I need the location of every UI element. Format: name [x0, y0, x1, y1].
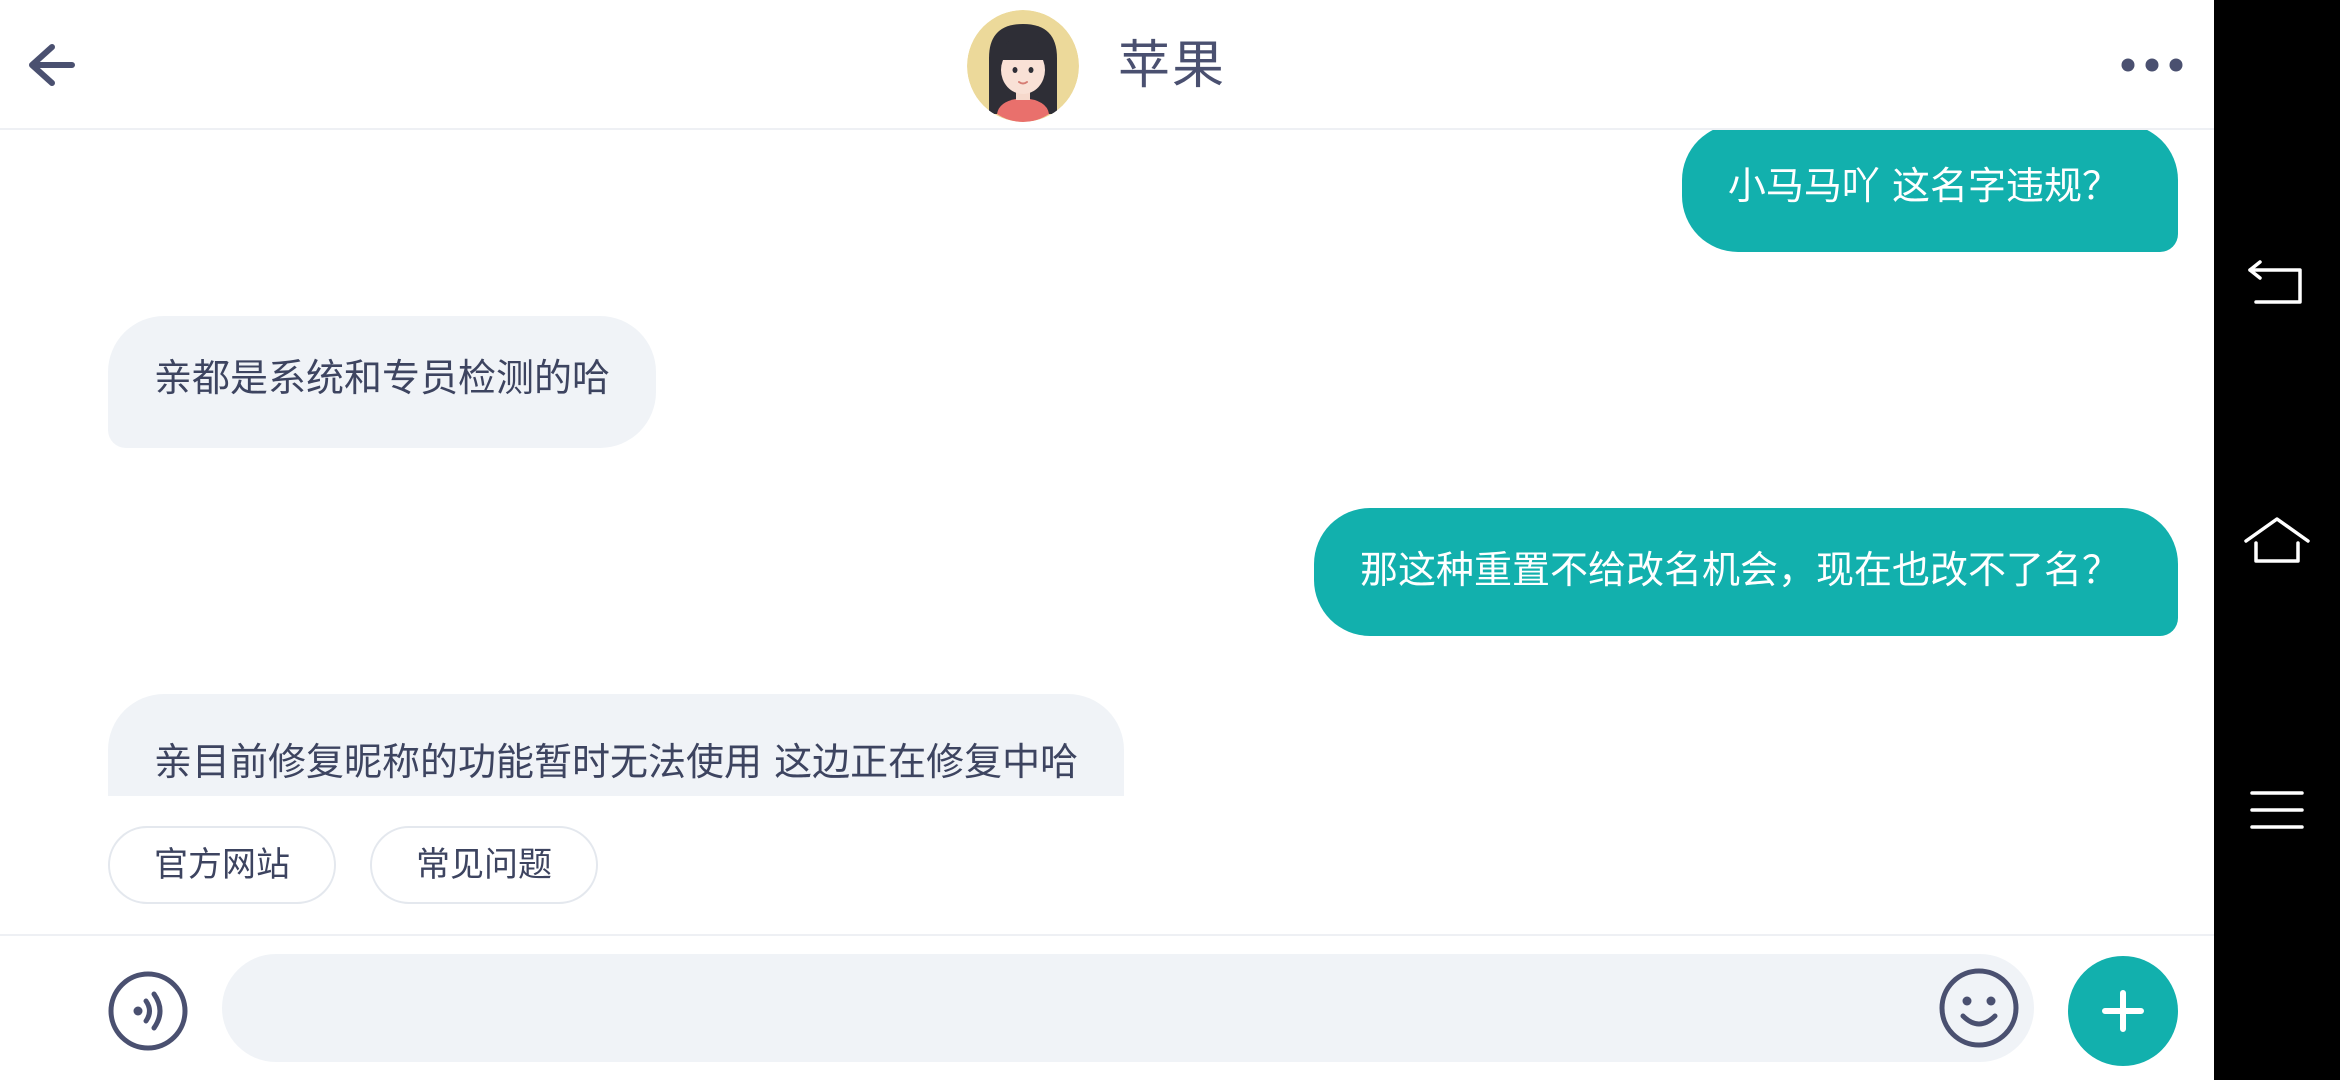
- nav-back-button[interactable]: [2242, 250, 2312, 320]
- message-input[interactable]: [222, 954, 2034, 1062]
- nav-back-icon: [2248, 260, 2302, 304]
- nav-home-icon: [2244, 517, 2310, 563]
- input-bar: [0, 934, 2214, 1080]
- emoji-button[interactable]: [1937, 966, 2021, 1050]
- arrow-left-icon: [29, 44, 75, 86]
- quick-reply-official-site[interactable]: 官方网站: [108, 826, 336, 904]
- outgoing-message[interactable]: 小马马吖 这名字违规？: [1681, 130, 2178, 252]
- voice-button[interactable]: [106, 969, 190, 1053]
- more-button[interactable]: [2118, 48, 2186, 82]
- incoming-message[interactable]: 亲目前修复昵称的功能暂时无法使用 这边正在修复中哈: [108, 694, 1125, 796]
- message-list[interactable]: 小马马吖 这名字违规？ 亲都是系统和专员检测的哈 那这种重置不给改名机会，现在也…: [0, 130, 2214, 796]
- nav-home-button[interactable]: [2242, 505, 2312, 575]
- plus-icon: [2102, 990, 2144, 1032]
- contact-name: 苹果: [1118, 36, 1227, 96]
- more-dots-icon: [2121, 58, 2183, 72]
- smile-emoji-icon: [1939, 968, 2019, 1048]
- nav-menu-button[interactable]: [2242, 775, 2312, 845]
- back-button[interactable]: [22, 35, 78, 95]
- system-navigation-bar: [2214, 0, 2340, 1080]
- voice-icon: [108, 971, 188, 1051]
- quick-reply-faq[interactable]: 常见问题: [370, 826, 598, 904]
- plus-button[interactable]: [2068, 956, 2178, 1066]
- chat-header: 苹果: [0, 0, 2214, 130]
- nav-menu-icon: [2250, 791, 2304, 829]
- outgoing-message[interactable]: 那这种重置不给改名机会，现在也改不了名？: [1313, 508, 2178, 636]
- incoming-message[interactable]: 亲都是系统和专员检测的哈: [108, 316, 657, 448]
- quick-reply-bar: 官方网站 常见问题: [108, 826, 632, 906]
- chat-screen: 苹果 小马马吖 这名字违规？ 亲都是系统和专员检测的哈 那这种重置不给改名机会，…: [0, 0, 2214, 1080]
- avatar-girl-icon: [967, 10, 1079, 122]
- contact-avatar[interactable]: [967, 10, 1079, 122]
- app-root: 苹果 小马马吖 这名字违规？ 亲都是系统和专员检测的哈 那这种重置不给改名机会，…: [0, 0, 2340, 1080]
